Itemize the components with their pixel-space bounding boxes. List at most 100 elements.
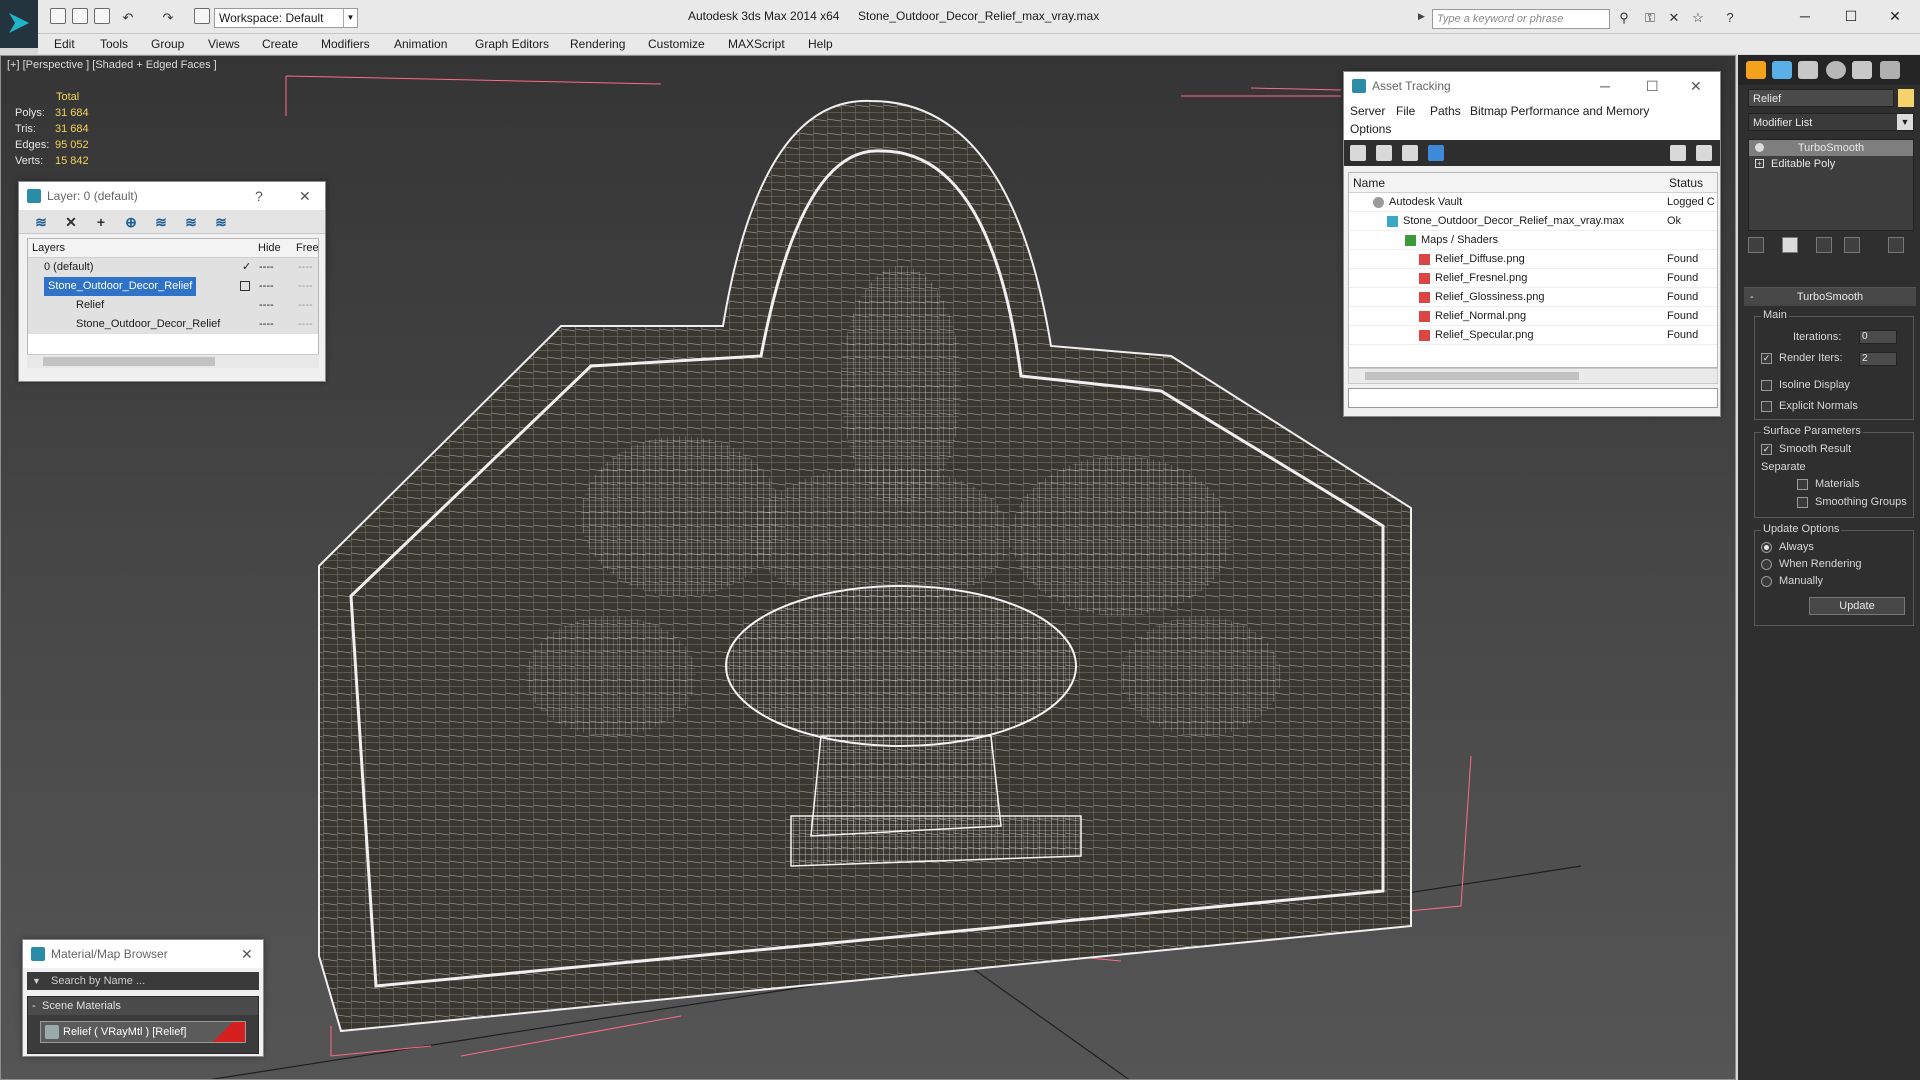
open-file-icon[interactable] (72, 8, 88, 24)
current-layer-box[interactable] (240, 281, 250, 291)
layer-freeze-toggle[interactable]: ---- (298, 296, 313, 315)
col-hide[interactable]: Hide (258, 242, 281, 254)
create-tab-icon[interactable] (1746, 61, 1766, 79)
close-icon[interactable]: ✕ (299, 182, 311, 210)
menu-animation[interactable]: Animation (394, 37, 447, 51)
asset-row[interactable]: Relief_Diffuse.png Found (1349, 250, 1717, 269)
asset-row[interactable]: Relief_Specular.png Found (1349, 326, 1717, 345)
explicit-normals-checkbox[interactable] (1761, 401, 1772, 412)
freeze-all-icon[interactable]: ≋ (213, 214, 229, 230)
hide-all-icon[interactable]: ≋ (183, 214, 199, 230)
layer-row-selected[interactable]: Stone_Outdoor_Decor_Relief ---- ---- (28, 277, 318, 296)
asset-row[interactable]: Maps / Shaders (1349, 231, 1717, 250)
layer-horizontal-scrollbar[interactable] (27, 354, 319, 368)
new-layer-icon[interactable]: ≋ (33, 214, 49, 230)
app-logo-button[interactable] (0, 0, 38, 48)
new-file-icon[interactable] (50, 8, 66, 24)
turbosmooth-rollout-header[interactable]: - TurboSmooth (1744, 288, 1916, 306)
project-folder-icon[interactable] (194, 8, 210, 24)
menu-views[interactable]: Views (208, 37, 240, 51)
col-freeze[interactable]: Free (296, 242, 318, 254)
scene-materials-header[interactable]: - Scene Materials (28, 997, 258, 1015)
key-icon[interactable]: ⚿ (1642, 11, 1658, 25)
asset-path-field[interactable] (1348, 388, 1718, 408)
menu-edit[interactable]: Edit (54, 37, 75, 51)
layer-freeze-toggle[interactable]: ---- (298, 258, 313, 277)
update-always-radio[interactable] (1761, 542, 1772, 553)
exchange-icon[interactable]: ✕ (1666, 11, 1682, 25)
select-objects-icon[interactable]: ⊕ (123, 214, 139, 230)
menu-tools[interactable]: Tools (100, 37, 128, 51)
close-window-button[interactable]: ✕ (1872, 5, 1918, 27)
separate-smoothing-groups-checkbox[interactable] (1797, 497, 1808, 508)
layer-row[interactable]: 0 (default) ✓ ---- ---- (28, 258, 318, 277)
menu-create[interactable]: Create (262, 37, 298, 51)
asset-row[interactable]: Stone_Outdoor_Decor_Relief_max_vray.max … (1349, 212, 1717, 231)
configure-sets-icon[interactable] (1888, 237, 1904, 253)
close-icon[interactable]: ✕ (241, 940, 253, 968)
asset-menu-options[interactable]: Options (1350, 122, 1391, 136)
motion-tab-icon[interactable] (1826, 61, 1846, 79)
utilities-tab-icon[interactable] (1880, 61, 1900, 79)
asset-row[interactable]: Relief_Glossiness.png Found (1349, 288, 1717, 307)
asset-menu-server[interactable]: Server (1350, 104, 1385, 118)
object-color-swatch[interactable] (1898, 89, 1914, 107)
highlight-layer-icon[interactable]: ≋ (153, 214, 169, 230)
asset-horizontal-scrollbar[interactable] (1348, 368, 1718, 384)
maximize-icon[interactable]: ☐ (1646, 72, 1659, 100)
material-window-titlebar[interactable]: Material/Map Browser ✕ (23, 940, 263, 968)
object-name-field[interactable]: Relief (1748, 89, 1894, 107)
render-iters-checkbox[interactable]: ✓ (1761, 353, 1772, 364)
collapse-icon[interactable]: - (32, 997, 36, 1015)
asset-menu-file[interactable]: File (1396, 104, 1415, 118)
save-file-icon[interactable] (94, 8, 110, 24)
smooth-result-checkbox[interactable]: ✓ (1761, 444, 1772, 455)
asset-row[interactable]: Autodesk Vault Logged C (1349, 193, 1717, 212)
pin-stack-icon[interactable] (1748, 237, 1764, 253)
infocenter-search-input[interactable]: Type a keyword or phrase (1432, 9, 1610, 29)
detail-view-icon[interactable] (1402, 145, 1418, 161)
render-iters-spinner[interactable]: 2 (1859, 352, 1897, 366)
asset-row[interactable]: Relief_Fresnel.png Found (1349, 269, 1717, 288)
col-status[interactable]: Status (1669, 176, 1703, 190)
iterations-spinner[interactable]: 0 (1859, 330, 1897, 344)
help-icon[interactable]: ? (1722, 11, 1738, 25)
layer-hide-toggle[interactable]: ---- (259, 277, 274, 296)
show-end-result-icon[interactable] (1782, 237, 1798, 253)
redo-icon[interactable]: ↷ (160, 11, 176, 25)
asset-window-titlebar[interactable]: Asset Tracking ─ ☐ ✕ (1344, 72, 1720, 100)
update-when-rendering-radio[interactable] (1761, 559, 1772, 570)
minimize-icon[interactable]: ─ (1600, 72, 1610, 100)
make-unique-icon[interactable] (1816, 237, 1832, 253)
menu-group[interactable]: Group (151, 37, 184, 51)
material-search-input[interactable]: ▼ Search by Name ... (27, 972, 259, 990)
layer-row[interactable]: Stone_Outdoor_Decor_Relief ---- ---- (28, 315, 318, 334)
layer-hide-toggle[interactable]: ---- (259, 315, 274, 334)
stack-item-editable-poly[interactable]: + Editable Poly (1749, 156, 1913, 172)
undo-icon[interactable]: ↶ (120, 11, 136, 25)
remove-modifier-icon[interactable] (1844, 237, 1860, 253)
menu-maxscript[interactable]: MAXScript (728, 37, 785, 51)
menu-help[interactable]: Help (808, 37, 833, 51)
favorites-star-icon[interactable]: ☆ (1690, 11, 1706, 25)
layer-window-titlebar[interactable]: Layer: 0 (default) ? ✕ (19, 182, 325, 210)
layer-row[interactable]: Relief ---- ---- (28, 296, 318, 315)
refresh-icon[interactable] (1350, 145, 1366, 161)
layer-hide-toggle[interactable]: ---- (259, 296, 274, 315)
isoline-display-checkbox[interactable] (1761, 380, 1772, 391)
scrollbar-thumb[interactable] (43, 357, 215, 366)
hierarchy-tab-icon[interactable] (1798, 61, 1818, 79)
delete-layer-icon[interactable]: ✕ (63, 214, 79, 230)
asset-menu-paths[interactable]: Paths (1430, 104, 1461, 118)
menu-modifiers[interactable]: Modifiers (321, 37, 370, 51)
binoculars-icon[interactable]: ⚲ (1616, 11, 1632, 25)
layer-freeze-toggle[interactable]: ---- (298, 315, 313, 334)
modify-tab-icon[interactable] (1772, 61, 1792, 79)
update-button[interactable]: Update (1809, 597, 1905, 615)
maximize-window-button[interactable]: ☐ (1828, 5, 1874, 27)
lightbulb-icon[interactable] (1755, 143, 1764, 152)
col-name[interactable]: Name (1353, 176, 1385, 190)
scrollbar-thumb[interactable] (1365, 372, 1579, 380)
search-expand-icon[interactable]: ▶ (1418, 11, 1428, 27)
asset-menu-bitmap-performance[interactable]: Bitmap Performance and Memory (1470, 104, 1649, 118)
